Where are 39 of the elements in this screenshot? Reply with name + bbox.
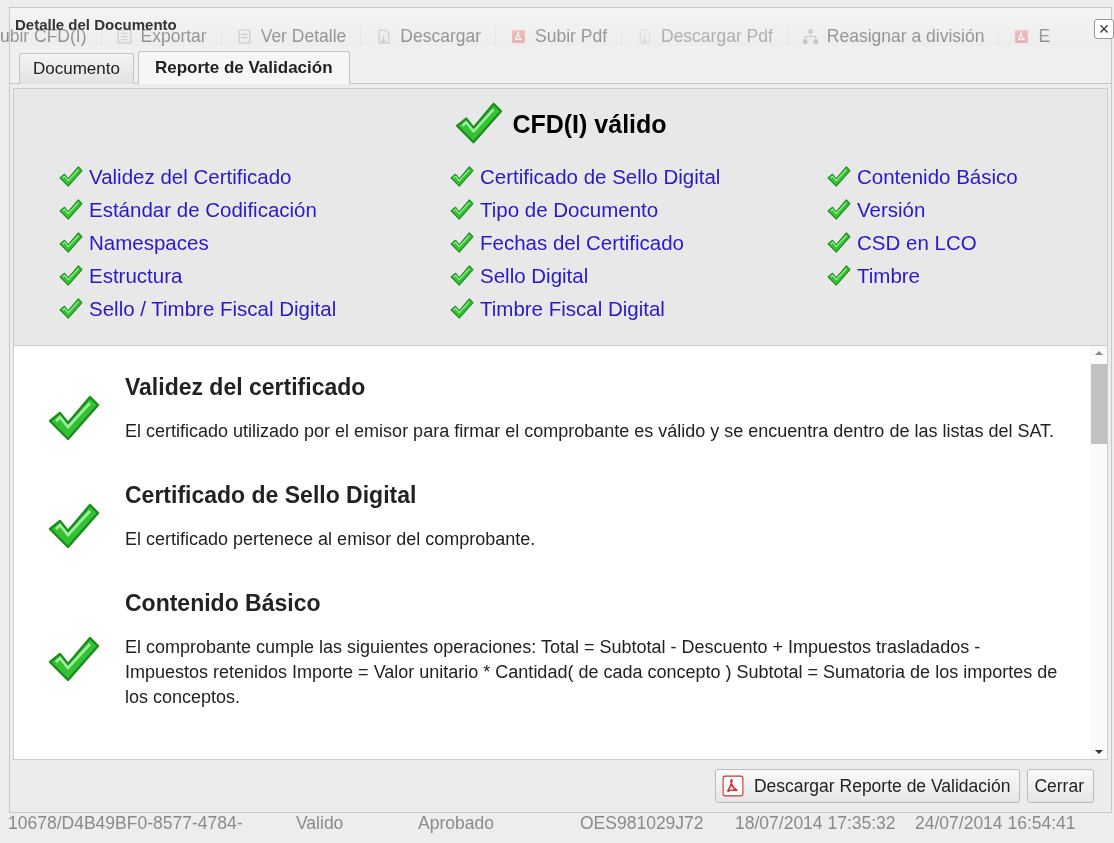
- status-heading: CFD(I) válido: [512, 109, 667, 139]
- spreadsheet-icon: [115, 28, 133, 45]
- table-cell-text: OES981029J72: [580, 813, 705, 834]
- pdf-icon: [721, 775, 744, 797]
- check-link[interactable]: Namespaces: [89, 231, 209, 255]
- section-description: El certificado pertenece al emisor del comprobante.: [125, 528, 537, 551]
- check-link[interactable]: Estructura: [89, 264, 183, 288]
- check-link[interactable]: Sello / Timbre Fiscal Digital: [89, 297, 337, 321]
- section-description: El certificado utilizado por el emisor para firmar el comprobante es válido y se encuentra dentro de las listas del SAT.: [125, 420, 1056, 443]
- download-report-button[interactable]: Descargar Reporte de Validación: [714, 769, 1021, 803]
- tab[interactable]: Documento: [19, 53, 134, 84]
- close-dialog-button[interactable]: Cerrar: [1027, 769, 1094, 803]
- check-link[interactable]: Contenido Básico: [857, 165, 1018, 189]
- pdf-icon: [510, 28, 527, 45]
- close-button[interactable]: ×: [1094, 19, 1114, 39]
- table-cell: 24/07/2014 16:54:41: [915, 813, 1076, 834]
- table-cell-text: 18/07/2014 17:35:32: [735, 813, 897, 834]
- table-cell-text: Aprobado: [418, 813, 495, 834]
- scrollbar[interactable]: [1090, 346, 1107, 759]
- section-description: El comprobante cumple las siguientes operaciones: Total = Subtotal - Descuento + Impuestos trasladados - Impuestos retenidos Importe = Valor unitario * Cantidad( de cada concepto ) Subtotal = Sumatoria de los importes de los conceptos.: [125, 636, 1059, 709]
- check-link[interactable]: Tipo de Documento: [480, 198, 659, 222]
- tab[interactable]: Reporte de Validación: [137, 51, 350, 84]
- check-link[interactable]: Certificado de Sello Digital: [480, 165, 721, 189]
- check-link[interactable]: CSD en LCO: [857, 231, 977, 255]
- table-cell-text: 10678/D4B49BF0-8577-4784-: [8, 813, 244, 834]
- section-title: Contenido Básico: [125, 590, 322, 617]
- check-link[interactable]: Timbre: [857, 264, 921, 288]
- pdf-icon: [1013, 28, 1031, 45]
- check-link[interactable]: Versión: [857, 198, 926, 222]
- section-title: Certificado de Sello Digital: [125, 482, 418, 509]
- check-link[interactable]: Fechas del Certificado: [480, 231, 684, 255]
- check-link[interactable]: Sello Digital: [480, 264, 589, 288]
- network-icon: [801, 28, 819, 45]
- check-link[interactable]: Estándar de Codificación: [89, 198, 317, 222]
- check-link[interactable]: Timbre Fiscal Digital: [480, 297, 665, 321]
- section-title: Validez del certificado: [125, 374, 367, 401]
- table-cell-text: Valido: [296, 813, 345, 834]
- check-link[interactable]: Validez del Certificado: [89, 165, 292, 189]
- scroll-thumb[interactable]: [1090, 364, 1107, 444]
